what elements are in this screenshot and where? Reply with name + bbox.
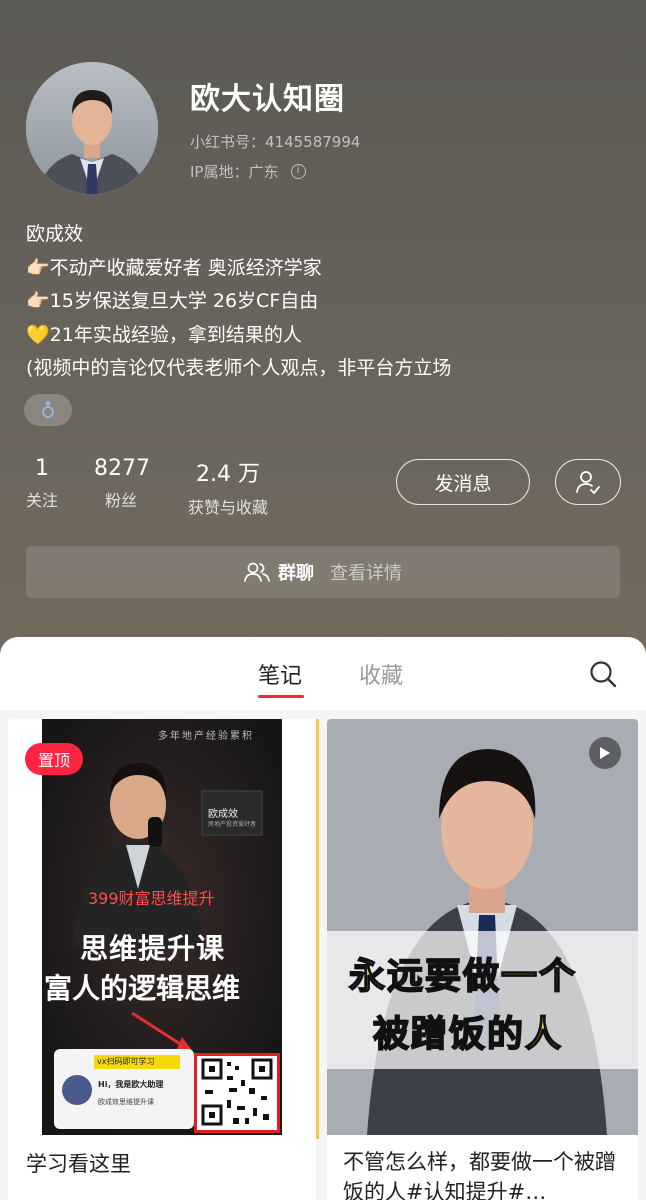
bio: 欧成效 👉🏻不动产收藏爱好者 奥派经济学家 👉🏻15岁保送复旦大学 26岁CF自… (26, 218, 626, 386)
fans-label: 粉丝 (104, 491, 137, 510)
search-icon (590, 661, 617, 688)
group-icon (244, 562, 270, 582)
cover-headline-1: 永远要做一个 (348, 955, 578, 998)
cover-headline-2: 富人的逻辑思维 (44, 972, 241, 1005)
tab-collections[interactable]: 收藏 (359, 658, 403, 690)
stat-fans[interactable]: 8277 粉丝 (94, 456, 150, 511)
cover-name-tag: 欧成效 (208, 809, 238, 820)
divider (316, 719, 319, 1139)
scan-tip: vx扫码即可学习 (94, 1055, 180, 1069)
note-title[interactable]: 学习看这里 (26, 1149, 131, 1179)
fans-count: 8277 (94, 456, 150, 481)
active-tab-indicator (258, 695, 304, 698)
group-title: 群聊 (278, 563, 314, 584)
video-badge (589, 737, 621, 769)
group-detail-link[interactable]: 查看详情 (330, 559, 402, 585)
cover-top-text: 多年地产经验累积 (158, 731, 254, 742)
user-check-icon (576, 471, 600, 494)
male-icon (42, 401, 54, 418)
avatar[interactable] (26, 62, 158, 194)
content-panel: 笔记 收藏 置顶 多年地产经验累积 欧成效 房地产投资爱好者 399财富思维提升… (0, 637, 646, 1200)
likes-label: 获赞与收藏 (187, 498, 268, 517)
cover-name-sub: 房地产投资爱好者 (208, 821, 257, 828)
notes-feed: 置顶 多年地产经验累积 欧成效 房地产投资爱好者 399财富思维提升 思维提升课… (0, 711, 646, 1200)
assistant-greeting: Hi，我是欧大助理 (98, 1080, 164, 1089)
note-card[interactable]: 置顶 多年地产经验累积 欧成效 房地产投资爱好者 399财富思维提升 思维提升课… (8, 719, 316, 1200)
search-button[interactable] (588, 659, 618, 689)
note-cover-image (327, 719, 638, 1135)
following-label: 关注 (26, 491, 59, 510)
note-title[interactable]: 不管怎么样，都要做一个被蹭饭的人#认知提升#… (343, 1147, 633, 1200)
cover-headline-2: 被蹭饭的人 (372, 1013, 564, 1056)
tab-notes[interactable]: 笔记 (258, 658, 302, 690)
cover-headline-1: 思维提升课 (80, 932, 226, 965)
note-card[interactable]: 永远要做一个 被蹭饭的人 不管怎么样，都要做一个被蹭饭的人#认知提升#… (327, 719, 638, 1200)
qr-code-icon (201, 1058, 273, 1126)
bio-line: (视频中的言论仅代表老师个人观点，非平台方立场 (26, 357, 452, 379)
cover-price-line: 399财富思维提升 (88, 889, 215, 908)
account-id: 小红书号：4145587994 (190, 133, 361, 151)
stat-likes[interactable]: 2.4 万 获赞与收藏 (182, 456, 274, 518)
tab-bar: 笔记 收藏 (0, 637, 646, 711)
bio-line: 欧成效 (26, 223, 84, 245)
assistant-card: vx扫码即可学习 Hi，我是欧大助理 欧成效思维提升课 (54, 1049, 194, 1129)
pinned-badge: 置顶 (25, 743, 83, 775)
gender-tag (24, 394, 72, 426)
follow-button[interactable] (555, 459, 621, 505)
following-count: 1 (35, 456, 49, 481)
ip-location: IP属地：广东 i (190, 161, 306, 182)
bio-line: 💛21年实战经验，拿到结果的人 (26, 323, 302, 346)
stat-following[interactable]: 1 关注 (26, 456, 58, 511)
assistant-sub: 欧成效思维提升课 (98, 1098, 154, 1106)
profile-header: 欧大认知圈 小红书号：4145587994 IP属地：广东 i 欧成效 👉🏻不动… (0, 0, 646, 640)
qr-code[interactable] (194, 1053, 280, 1133)
info-icon[interactable]: i (290, 164, 306, 179)
profile-name: 欧大认知圈 (190, 82, 345, 117)
send-message-button[interactable]: 发消息 (396, 459, 530, 505)
avatar-portrait (26, 62, 158, 194)
bio-line: 👉🏻15岁保送复旦大学 26岁CF自由 (26, 290, 319, 312)
ip-label: IP属地：广东 (190, 163, 279, 181)
likes-count: 2.4 万 (196, 462, 260, 487)
assistant-avatar (62, 1075, 92, 1105)
bio-line: 👉🏻不动产收藏爱好者 奥派经济学家 (26, 256, 322, 279)
play-icon (600, 747, 610, 759)
group-chat-bar[interactable]: 群聊 查看详情 (26, 546, 620, 598)
